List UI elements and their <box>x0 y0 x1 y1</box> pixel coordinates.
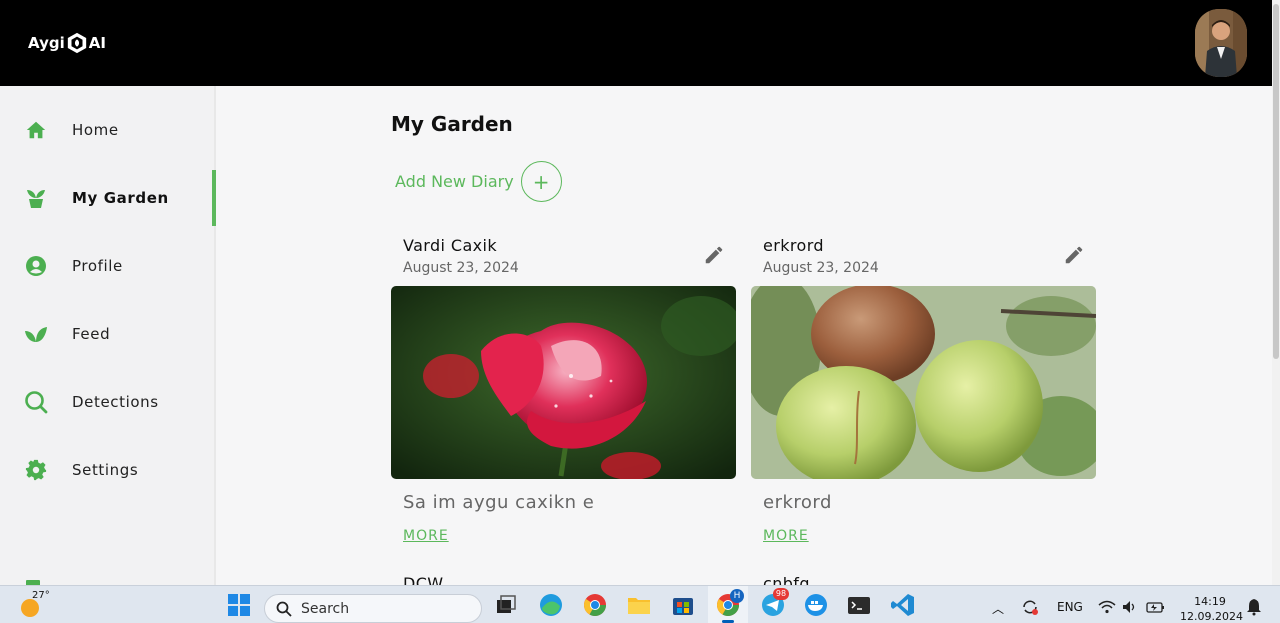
chrome-icon[interactable] <box>582 592 608 618</box>
logo-text-right: AI <box>88 34 106 52</box>
user-circle-icon <box>24 254 48 278</box>
page-title: My Garden <box>391 112 513 136</box>
volume-icon[interactable] <box>1122 600 1138 614</box>
logo-text-left: Aygi <box>28 34 65 52</box>
diary-card: Vardi Caxik August 23, 2024 Sa im aygu c… <box>391 236 736 546</box>
plus-icon[interactable]: + <box>520 161 562 202</box>
sidebar-item-label: Settings <box>72 461 139 479</box>
diary-card-description: erkrord <box>763 492 832 513</box>
sync-icon[interactable] <box>1020 598 1040 616</box>
telegram-app[interactable]: 98 <box>760 588 789 618</box>
diary-card-date: August 23, 2024 <box>403 260 519 276</box>
gear-icon <box>24 458 48 482</box>
chrome-profile-badge: H <box>730 589 744 603</box>
docker-icon[interactable] <box>803 592 829 618</box>
vscode-icon[interactable] <box>890 592 916 618</box>
sidebar-item-label: My Garden <box>72 189 169 207</box>
system-clock[interactable]: 14:19 12.09.2024 <box>1180 594 1243 623</box>
sprout-icon <box>24 322 48 346</box>
chevron-up-icon[interactable]: ︿ <box>992 600 1004 617</box>
diary-card-description: Sa im aygu caxikn e <box>403 492 595 513</box>
sidebar-item-profile[interactable]: Profile <box>0 238 216 294</box>
pencil-icon[interactable] <box>1063 244 1085 266</box>
weather-widget[interactable]: 27° <box>20 590 50 618</box>
taskbar-search-box[interactable]: Search <box>264 594 482 623</box>
task-view-icon[interactable] <box>493 592 519 618</box>
pears-on-branch-photo[interactable] <box>751 286 1096 479</box>
clock-date: 12.09.2024 <box>1180 610 1243 623</box>
sidebar-item-label: Feed <box>72 325 111 343</box>
sidebar-item-label: Profile <box>72 257 123 275</box>
diary-card: erkrord August 23, 2024 erkrord MORE <box>751 236 1096 546</box>
add-new-diary-label: Add New Diary <box>395 172 514 191</box>
sidebar: Home My Garden Profile Feed Detections S… <box>0 86 216 586</box>
app-logo[interactable]: Aygi AI <box>28 32 106 54</box>
home-icon <box>24 118 48 142</box>
plant-pot-icon <box>24 186 48 210</box>
sidebar-item-feed[interactable]: Feed <box>0 306 216 362</box>
diary-card-title: Vardi Caxik <box>403 236 498 255</box>
terminal-icon[interactable] <box>846 592 872 618</box>
top-app-bar: Aygi AI <box>0 0 1272 86</box>
search-placeholder: Search <box>301 600 350 617</box>
windows-taskbar: 27° Search H 98 ︿ ENG 14:19 12.09.2024 <box>0 585 1280 623</box>
telegram-unread-badge: 98 <box>773 588 789 600</box>
language-indicator[interactable]: ENG <box>1057 600 1083 614</box>
scrollbar-thumb[interactable] <box>1273 4 1279 359</box>
user-avatar[interactable] <box>1195 9 1247 77</box>
weather-temperature: 27° <box>32 590 50 601</box>
sidebar-item-home[interactable]: Home <box>0 102 216 158</box>
battery-icon[interactable] <box>1146 600 1166 614</box>
search-icon <box>276 601 292 617</box>
clock-time: 14:19 <box>1194 595 1226 608</box>
logo-hexagon-icon <box>67 32 86 54</box>
sidebar-item-my-garden[interactable]: My Garden <box>0 170 216 226</box>
diary-card-title: erkrord <box>763 236 824 255</box>
notification-bell-icon[interactable] <box>1246 598 1262 616</box>
red-rose-photo[interactable] <box>391 286 736 479</box>
more-link[interactable]: MORE <box>403 528 449 544</box>
search-icon <box>24 390 48 414</box>
sidebar-item-label: Detections <box>72 393 159 411</box>
sidebar-item-detections[interactable]: Detections <box>0 374 216 430</box>
sidebar-item-settings[interactable]: Settings <box>0 442 216 498</box>
windows-start-icon[interactable] <box>226 592 252 618</box>
file-explorer-icon[interactable] <box>626 592 652 618</box>
wifi-icon[interactable] <box>1098 600 1116 614</box>
pencil-icon[interactable] <box>703 244 725 266</box>
active-chrome-profile-app[interactable]: H <box>708 586 748 623</box>
edge-browser-icon[interactable] <box>538 592 564 618</box>
add-new-diary-button[interactable]: Add New Diary + <box>395 161 562 202</box>
more-link[interactable]: MORE <box>763 528 809 544</box>
microsoft-store-icon[interactable] <box>670 592 696 618</box>
diary-card-date: August 23, 2024 <box>763 260 879 276</box>
page-scrollbar[interactable] <box>1272 0 1280 585</box>
sidebar-item-label: Home <box>72 121 119 139</box>
